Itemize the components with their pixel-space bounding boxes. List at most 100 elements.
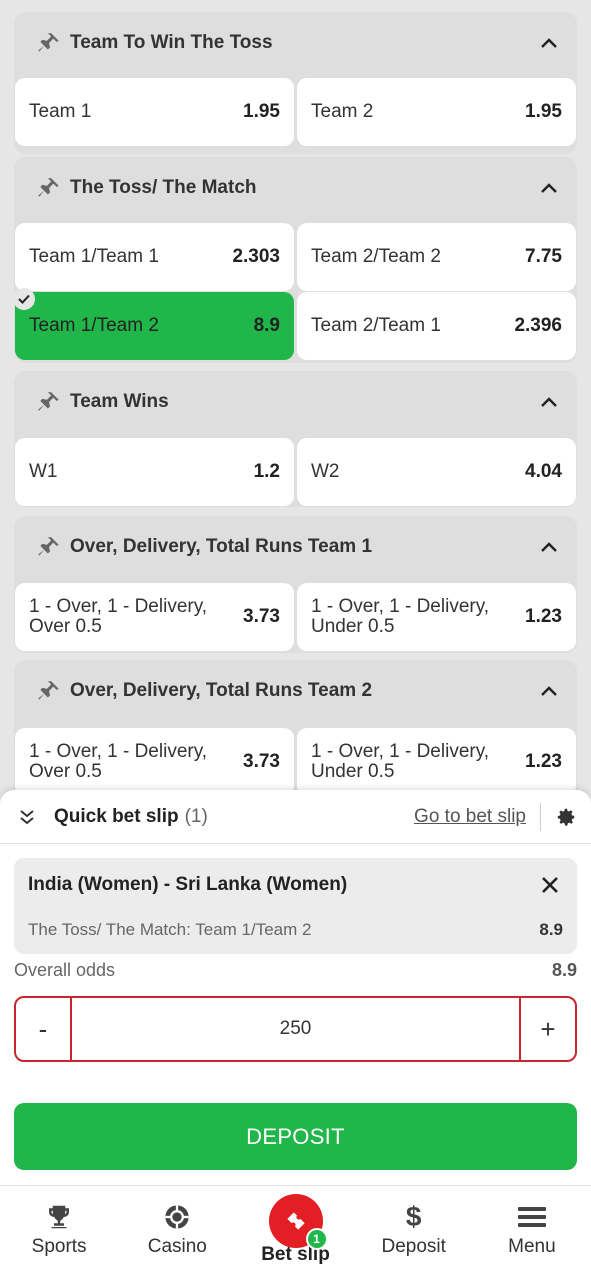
odd-label: W2 [311, 461, 340, 482]
pin-icon[interactable] [34, 676, 64, 706]
bottom-nav: Sports Casino 1 Bet slip $ Deposit Menu [0, 1185, 591, 1280]
nav-casino-label: Casino [147, 1236, 207, 1257]
odd-label-line1: 1 - Over, 1 - Delivery, [29, 741, 208, 762]
nav-casino[interactable]: Casino [118, 1186, 236, 1280]
market-title: Over, Delivery, Total Runs Team 1 [70, 536, 373, 557]
pin-icon[interactable] [34, 173, 64, 203]
collapse-chevrons-icon[interactable] [14, 804, 40, 830]
overall-odds-value: 8.9 [551, 960, 577, 980]
stake-input[interactable]: 250 [72, 998, 519, 1060]
odd-label-line2: Under 0.5 [311, 616, 395, 637]
odd-button[interactable]: 1 - Over, 1 - Delivery, Under 0.5 1.23 [297, 728, 576, 796]
pin-icon[interactable] [34, 28, 64, 58]
chevron-up-icon[interactable] [537, 679, 561, 703]
market-header[interactable]: The Toss/ The Match [14, 157, 577, 219]
market-title: Team Wins [70, 391, 169, 412]
slip-count: (1) [184, 805, 208, 827]
dollar-icon: $ [405, 1201, 422, 1232]
decrease-stake-button[interactable]: - [16, 998, 72, 1060]
odd-label: W1 [29, 461, 58, 482]
odd-value: 7.75 [525, 246, 562, 267]
odd-value: 1.23 [525, 606, 562, 627]
chevron-up-icon[interactable] [537, 390, 561, 414]
market-title: The Toss/ The Match [70, 177, 257, 198]
odd-button[interactable]: W1 1.2 [15, 438, 294, 506]
bet-slip-badge: 1 [305, 1228, 328, 1250]
odd-button[interactable]: Team 1/Team 1 2.303 [15, 223, 294, 291]
deposit-button[interactable]: DEPOSIT [14, 1103, 577, 1170]
odd-button[interactable]: W2 4.04 [297, 438, 576, 506]
odd-value: 2.396 [514, 315, 562, 336]
odd-button[interactable]: 1 - Over, 1 - Delivery, Over 0.5 3.73 [15, 583, 294, 651]
casino-chip-icon [163, 1202, 191, 1232]
odd-label-line2: Over 0.5 [29, 761, 102, 782]
odd-label-line1: 1 - Over, 1 - Delivery, [311, 596, 490, 617]
odd-label: 1 - Over, 1 - Delivery, Over 0.5 [29, 742, 207, 782]
odd-label: Team 2/Team 1 [311, 315, 441, 336]
slip-header: Quick bet slip (1) Go to bet slip [0, 790, 591, 844]
pin-icon[interactable] [34, 387, 64, 417]
nav-deposit-label: Deposit [381, 1236, 446, 1257]
overall-odds-row: Overall odds 8.9 [14, 960, 577, 981]
pin-icon[interactable] [34, 532, 64, 562]
market-header[interactable]: Over, Delivery, Total Runs Team 1 [14, 516, 577, 578]
market-title: Over, Delivery, Total Runs Team 2 [70, 680, 373, 701]
nav-menu-label: Menu [508, 1236, 556, 1257]
nav-sports-label: Sports [31, 1236, 87, 1257]
hamburger-menu-icon [517, 1202, 547, 1232]
market-header[interactable]: Over, Delivery, Total Runs Team 2 [14, 660, 577, 722]
odd-label: Team 1/Team 2 [29, 315, 159, 336]
odd-label: 1 - Over, 1 - Delivery, Under 0.5 [311, 742, 489, 782]
bet-selection: The Toss/ The Match: Team 1/Team 2 [28, 920, 312, 939]
nav-sports[interactable]: Sports [0, 1186, 118, 1280]
chevron-up-icon[interactable] [537, 176, 561, 200]
odd-label-line1: 1 - Over, 1 - Delivery, [29, 596, 208, 617]
close-icon[interactable] [539, 874, 561, 896]
bet-selection-row: The Toss/ The Match: Team 1/Team 2 8.9 [28, 920, 563, 940]
increase-stake-button[interactable]: + [519, 998, 575, 1060]
odd-value: 1.23 [525, 751, 562, 772]
gear-icon[interactable] [555, 806, 577, 828]
odd-button[interactable]: 1 - Over, 1 - Delivery, Over 0.5 3.73 [15, 728, 294, 796]
chevron-up-icon[interactable] [537, 535, 561, 559]
odd-label-line1: 1 - Over, 1 - Delivery, [311, 741, 490, 762]
check-icon [13, 288, 35, 310]
odd-label-line2: Under 0.5 [311, 761, 395, 782]
odd-value: 4.04 [525, 461, 562, 482]
odd-value: 8.9 [253, 315, 280, 336]
odd-value: 1.95 [525, 101, 562, 122]
bet-selection-odds: 8.9 [539, 920, 563, 939]
odd-label: Team 1 [29, 101, 92, 122]
odd-value: 1.2 [253, 461, 280, 482]
odd-button[interactable]: Team 2 1.95 [297, 78, 576, 146]
odd-label-line2: Over 0.5 [29, 616, 102, 637]
market-header[interactable]: Team To Win The Toss [14, 12, 577, 74]
nav-bet-slip[interactable]: 1 Bet slip [236, 1186, 354, 1280]
odd-label: 1 - Over, 1 - Delivery, Under 0.5 [311, 597, 489, 637]
odd-button[interactable]: 1 - Over, 1 - Delivery, Under 0.5 1.23 [297, 583, 576, 651]
odd-value: 1.95 [243, 101, 280, 122]
trophy-icon [44, 1202, 74, 1232]
nav-menu[interactable]: Menu [473, 1186, 591, 1280]
bet-card: India (Women) - Sri Lanka (Women) The To… [14, 858, 577, 954]
odd-label: Team 1/Team 1 [29, 246, 159, 267]
stake-stepper: - 250 + [14, 996, 577, 1062]
odd-button[interactable]: Team 2/Team 1 2.396 [297, 292, 576, 360]
overall-odds-label: Overall odds [14, 960, 116, 980]
odd-label: Team 2/Team 2 [311, 246, 441, 267]
odd-button[interactable]: Team 1 1.95 [15, 78, 294, 146]
odd-button[interactable]: Team 2/Team 2 7.75 [297, 223, 576, 291]
odd-button-selected[interactable]: Team 1/Team 2 8.9 [13, 288, 294, 360]
bet-match-name: India (Women) - Sri Lanka (Women) [28, 874, 348, 895]
odd-value: 2.303 [232, 246, 280, 267]
odd-label: 1 - Over, 1 - Delivery, Over 0.5 [29, 597, 207, 637]
chevron-up-icon[interactable] [537, 31, 561, 55]
market-header[interactable]: Team Wins [14, 371, 577, 433]
market-title: Team To Win The Toss [70, 32, 273, 53]
slip-title: Quick bet slip [54, 805, 179, 827]
go-to-bet-slip-link[interactable]: Go to bet slip [414, 802, 541, 831]
odd-value: 3.73 [243, 606, 280, 627]
nav-deposit[interactable]: $ Deposit [355, 1186, 473, 1280]
quick-bet-slip: Quick bet slip (1) Go to bet slip India … [0, 790, 591, 1185]
odd-value: 3.73 [243, 751, 280, 772]
